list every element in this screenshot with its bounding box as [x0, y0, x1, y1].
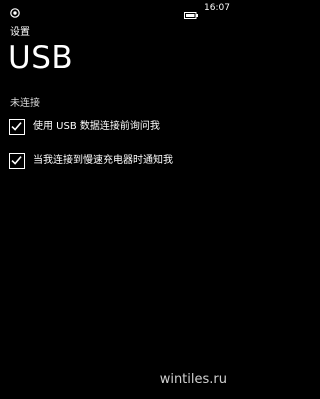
notify-slow-charger-option[interactable]: 当我连接到慢速充电器时通知我: [9, 151, 173, 171]
battery-icon: [184, 4, 198, 19]
ask-before-usb-option[interactable]: 使用 USB 数据连接前询问我: [9, 117, 160, 137]
ask-before-usb-checkbox[interactable]: [9, 119, 25, 135]
connection-status: 未连接: [10, 98, 40, 109]
ask-before-usb-label: 使用 USB 数据连接前询问我: [33, 121, 160, 132]
checkmark-icon: [11, 122, 22, 131]
watermark: wintiles.ru: [159, 372, 227, 387]
checkmark-icon: [11, 156, 22, 165]
notify-slow-charger-checkbox[interactable]: [9, 153, 25, 169]
notify-slow-charger-label: 当我连接到慢速充电器时通知我: [33, 155, 173, 166]
app-title: 设置: [10, 27, 30, 38]
clock: 16:07: [204, 3, 230, 13]
status-bar: 16:07: [0, 0, 240, 19]
page-title: USB: [8, 40, 74, 76]
notification-icon: [10, 3, 20, 18]
